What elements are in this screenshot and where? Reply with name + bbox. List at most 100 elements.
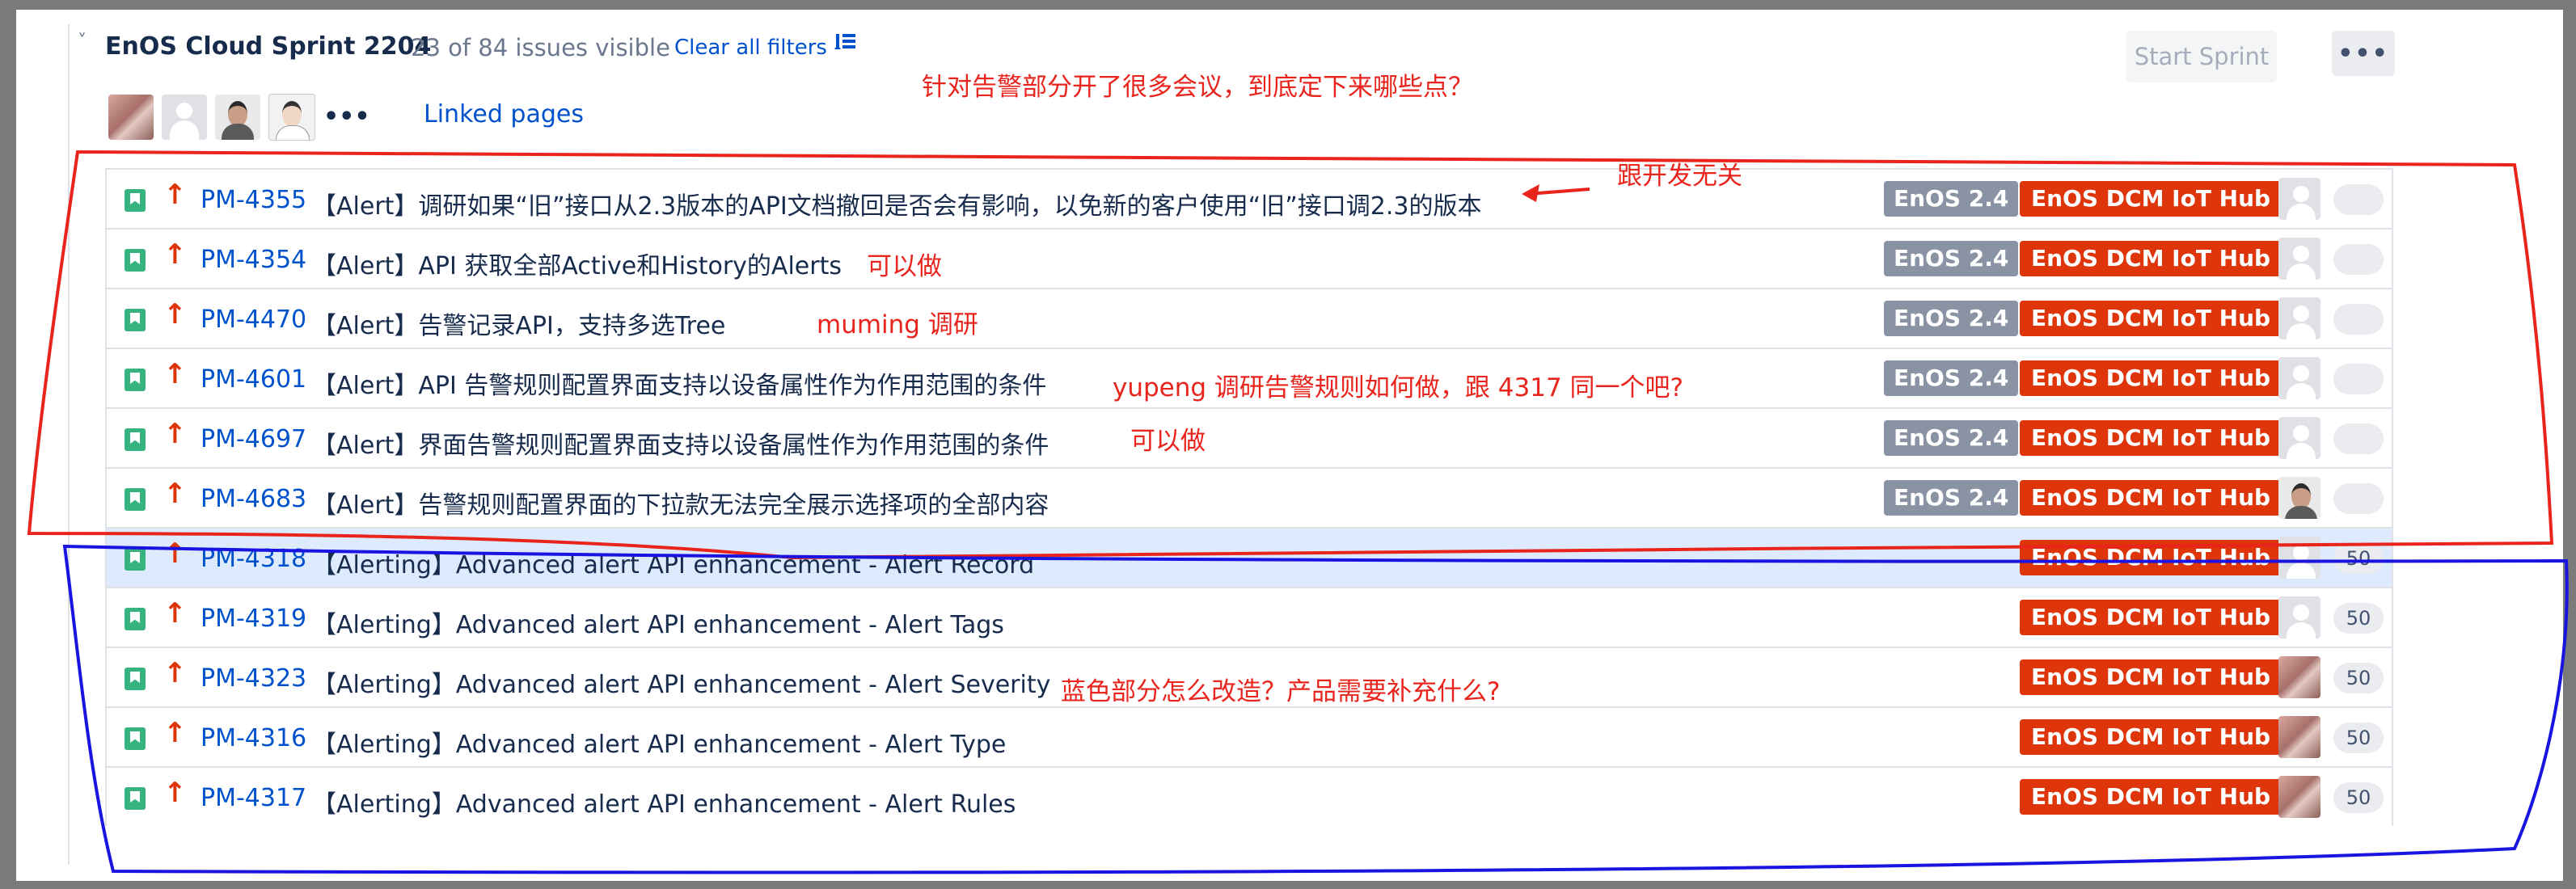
story-type-icon xyxy=(125,369,146,391)
clear-filters-link[interactable]: Clear all filters - xyxy=(674,36,842,60)
story-points-badge: 50 xyxy=(2333,782,2384,813)
issue-key-link[interactable]: PM-4697 xyxy=(201,425,306,453)
issue-row[interactable]: ↑ PM-4318 【Alerting】Advanced alert API enh… xyxy=(105,527,2393,587)
avatar[interactable] xyxy=(108,95,154,140)
issue-key-link[interactable]: PM-4683 xyxy=(201,485,306,513)
story-points-badge xyxy=(2333,304,2384,335)
assignee-avatar[interactable] xyxy=(2278,716,2321,758)
avatar[interactable] xyxy=(268,94,315,141)
priority-high-icon: ↑ xyxy=(163,238,187,271)
assignee-avatar[interactable] xyxy=(2278,537,2321,579)
filter-columns-icon[interactable] xyxy=(833,29,862,58)
priority-high-icon: ↑ xyxy=(163,717,187,749)
story-type-icon xyxy=(125,787,146,810)
fix-version-badge[interactable]: EnOS 2.4 xyxy=(1884,241,2019,276)
annotation-can-do: 可以做 xyxy=(1130,427,1206,456)
assignee-filter-avatars: ••• xyxy=(108,94,370,141)
assignee-avatar[interactable] xyxy=(2278,477,2321,519)
epic-badge[interactable]: EnOS DCM IoT Hub xyxy=(2020,659,2283,695)
issue-row[interactable]: ↑ PM-4317 【Alerting】Advanced alert API enh… xyxy=(105,766,2393,826)
assignee-avatar[interactable] xyxy=(2278,776,2321,818)
story-points-badge: 50 xyxy=(2333,663,2384,693)
fix-version-badge[interactable]: EnOS 2.4 xyxy=(1884,181,2019,217)
epic-badge[interactable]: EnOS DCM IoT Hub xyxy=(2020,241,2283,276)
story-type-icon xyxy=(125,189,146,212)
priority-high-icon: ↑ xyxy=(163,418,187,450)
annotation-muming: muming 调研 xyxy=(817,310,978,339)
window-frame-left xyxy=(0,0,16,889)
epic-badge[interactable]: EnOS DCM IoT Hub xyxy=(2020,480,2283,516)
epic-badge[interactable]: EnOS DCM IoT Hub xyxy=(2020,719,2283,755)
fix-version-badge[interactable]: EnOS 2.4 xyxy=(1884,301,2019,336)
issue-key-link[interactable]: PM-4318 xyxy=(201,545,306,573)
issue-summary: 【Alerting】Advanced alert API enhancement… xyxy=(312,790,1016,819)
priority-high-icon: ↑ xyxy=(163,657,187,689)
assignee-avatar[interactable] xyxy=(2278,178,2321,220)
story-points-badge xyxy=(2333,423,2384,454)
story-points-badge xyxy=(2333,364,2384,394)
story-points-badge xyxy=(2333,244,2384,275)
issue-count: 23 of 84 issues visible xyxy=(411,34,670,61)
sprint-more-button[interactable]: ••• xyxy=(2332,31,2395,76)
fix-version-badge[interactable]: EnOS 2.4 xyxy=(1884,480,2019,516)
assignee-avatar[interactable] xyxy=(2278,238,2321,280)
more-avatars-button[interactable]: ••• xyxy=(323,95,370,140)
issue-row[interactable]: ↑ PM-4697 【Alert】界面告警规则配置界面支持以设备属性作为作用范围的条… xyxy=(105,407,2393,467)
start-sprint-button[interactable]: Start Sprint xyxy=(2126,31,2277,82)
issue-key-link[interactable]: PM-4470 xyxy=(201,305,306,334)
issue-key-link[interactable]: PM-4355 xyxy=(201,186,306,214)
epic-badge[interactable]: EnOS DCM IoT Hub xyxy=(2020,600,2283,635)
assignee-avatar[interactable] xyxy=(2278,596,2321,638)
avatar[interactable] xyxy=(215,95,260,140)
issue-summary: 【Alert】界面告警规则配置界面支持以设备属性作为作用范围的条件 xyxy=(312,432,1049,460)
assignee-avatar[interactable] xyxy=(2278,297,2321,339)
story-type-icon xyxy=(125,428,146,451)
story-points-badge: 50 xyxy=(2333,723,2384,753)
story-type-icon xyxy=(125,548,146,571)
assignee-avatar[interactable] xyxy=(2278,417,2321,459)
priority-high-icon: ↑ xyxy=(163,537,187,570)
annotation-blue-question: 蓝色部分怎么改造？产品需要补充什么? xyxy=(1061,677,1501,706)
issue-key-link[interactable]: PM-4319 xyxy=(201,605,306,633)
issue-summary: 【Alert】API 告警规则配置界面支持以设备属性作为作用范围的条件 xyxy=(312,372,1047,400)
priority-high-icon: ↑ xyxy=(163,478,187,510)
story-type-icon xyxy=(125,668,146,690)
epic-badge[interactable]: EnOS DCM IoT Hub xyxy=(2020,301,2283,336)
priority-high-icon: ↑ xyxy=(163,298,187,331)
issue-key-link[interactable]: PM-4323 xyxy=(201,664,306,693)
issue-row[interactable]: ↑ PM-4354 【Alert】API 获取全部Active和History的Al… xyxy=(105,228,2393,288)
annotation-unrelated: 跟开发无关 xyxy=(1617,162,1742,191)
issue-summary: 【Alert】API 获取全部Active和History的Alerts xyxy=(312,252,842,280)
epic-badge[interactable]: EnOS DCM IoT Hub xyxy=(2020,420,2283,456)
issue-summary: 【Alert】告警规则配置界面的下拉款无法完全展示选择项的全部内容 xyxy=(312,491,1049,520)
issue-key-link[interactable]: PM-4354 xyxy=(201,246,306,274)
issue-row[interactable]: ↑ PM-4470 【Alert】告警记录API，支持多选Tree EnOS 2.4 E… xyxy=(105,288,2393,348)
annotation-yupeng: yupeng 调研告警规则如何做，跟 4317 同一个吧? xyxy=(1113,373,1683,402)
priority-high-icon: ↑ xyxy=(163,597,187,630)
avatar[interactable] xyxy=(162,95,207,140)
assignee-avatar[interactable] xyxy=(2278,656,2321,698)
issue-row[interactable]: ↑ PM-4316 【Alerting】Advanced alert API enh… xyxy=(105,706,2393,766)
issue-row[interactable]: ↑ PM-4319 【Alerting】Advanced alert API enh… xyxy=(105,587,2393,647)
assignee-avatar[interactable] xyxy=(2278,357,2321,399)
epic-badge[interactable]: EnOS DCM IoT Hub xyxy=(2020,360,2283,396)
fix-version-badge[interactable]: EnOS 2.4 xyxy=(1884,420,2019,456)
story-type-icon xyxy=(125,727,146,750)
priority-high-icon: ↑ xyxy=(163,777,187,809)
collapse-chevron-icon[interactable]: ˅ xyxy=(78,33,91,51)
issue-summary: 【Alert】告警记录API，支持多选Tree xyxy=(312,312,726,340)
fix-version-badge[interactable]: EnOS 2.4 xyxy=(1884,360,2019,396)
issue-key-link[interactable]: PM-4601 xyxy=(201,365,306,394)
issue-list: ↑ PM-4355 【Alert】调研如果“旧”接口从2.3版本的API文档撤回是否… xyxy=(105,168,2393,826)
linked-pages-link[interactable]: Linked pages xyxy=(424,100,584,129)
epic-badge[interactable]: EnOS DCM IoT Hub xyxy=(2020,540,2283,575)
sprint-title: EnOS Cloud Sprint 2204 xyxy=(105,32,432,61)
epic-badge[interactable]: EnOS DCM IoT Hub xyxy=(2020,181,2283,217)
epic-badge[interactable]: EnOS DCM IoT Hub xyxy=(2020,779,2283,815)
issue-row[interactable]: ↑ PM-4355 【Alert】调研如果“旧”接口从2.3版本的API文档撤回是否… xyxy=(105,168,2393,228)
issue-key-link[interactable]: PM-4316 xyxy=(201,724,306,752)
issue-row[interactable]: ↑ PM-4683 【Alert】告警规则配置界面的下拉款无法完全展示选择项的全部内… xyxy=(105,467,2393,527)
issue-key-link[interactable]: PM-4317 xyxy=(201,784,306,812)
story-type-icon xyxy=(125,488,146,511)
story-type-icon xyxy=(125,249,146,272)
